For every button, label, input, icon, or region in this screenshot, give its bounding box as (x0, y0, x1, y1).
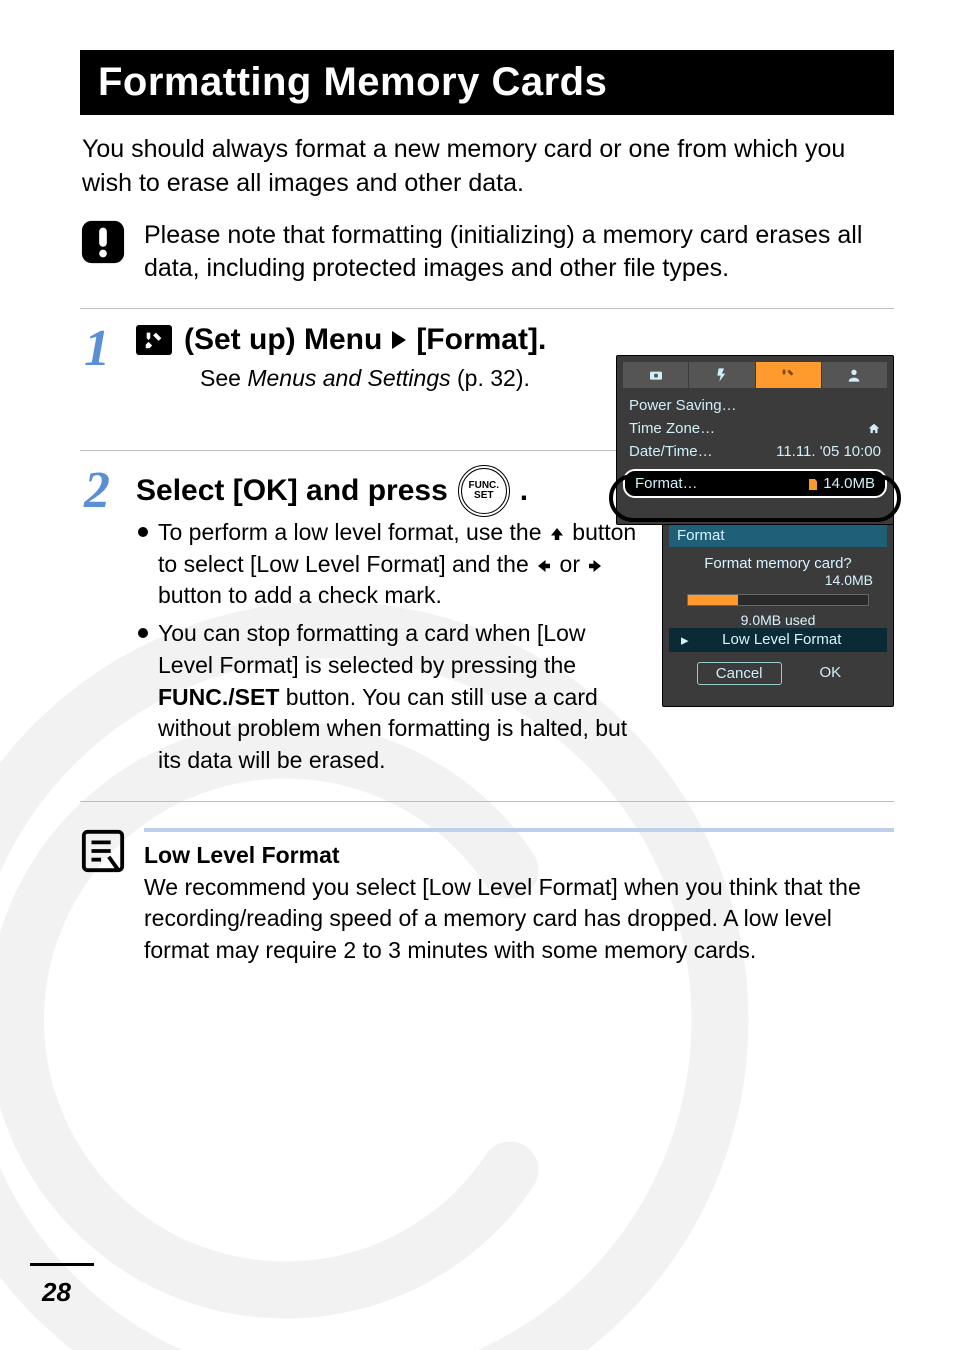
tools-menu-icon (136, 325, 172, 355)
step-2-bullet-2: You can stop formatting a card when [Low… (136, 618, 638, 777)
triangle-right-icon (392, 331, 406, 349)
note-icon (80, 828, 126, 874)
tab-tools-icon (756, 362, 821, 388)
page-number: 28 (42, 1277, 71, 1308)
page-number-rule (30, 1263, 94, 1266)
intro-text: You should always format a new memory ca… (82, 133, 892, 201)
step-1-heading: (Set up) Menu [Format]. (136, 323, 894, 357)
tip-title: Low Level Format (144, 842, 340, 868)
lcd-format-dialog: Format Format memory card? 14.0MB 9.0MB … (662, 517, 894, 707)
warning-text: Please note that formatting (initializin… (144, 219, 894, 287)
tab-user-icon (822, 362, 887, 388)
tip-body: We recommend you select [Low Level Forma… (144, 874, 861, 963)
home-icon (867, 420, 881, 437)
arrow-left-icon (535, 549, 553, 581)
func-set-button-icon: FUNC.SET (458, 465, 510, 517)
step-2-number: 2 (80, 465, 114, 783)
tab-flash-icon (689, 362, 754, 388)
arrow-up-icon (548, 517, 566, 549)
tab-camera-icon (623, 362, 688, 388)
lcd-setup-menu: Power Saving… Time Zone… Date/Time…11.11… (616, 355, 894, 525)
format-ok-button: OK (802, 662, 860, 685)
warning-icon (80, 219, 126, 265)
format-cancel-button: Cancel (697, 662, 782, 685)
arrow-right-icon (586, 549, 604, 581)
step-1-number: 1 (80, 323, 114, 402)
page-title: Formatting Memory Cards (80, 50, 894, 115)
step-2-bullet-1: To perform a low level format, use the b… (136, 517, 638, 612)
